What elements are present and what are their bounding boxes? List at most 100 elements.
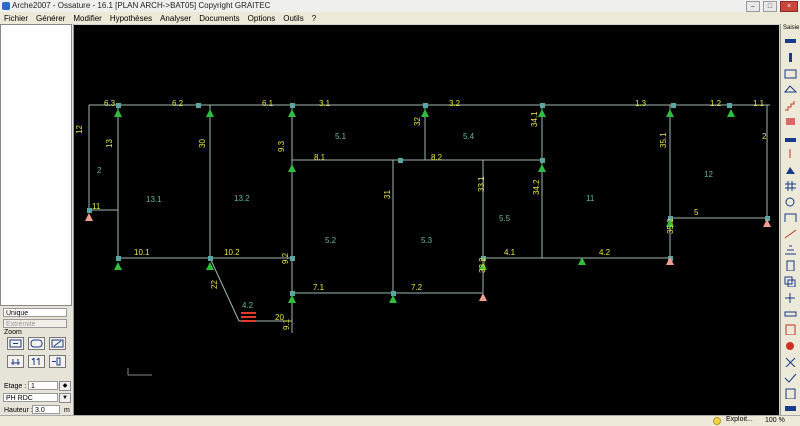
plan-label: 5.3 [421,236,433,245]
plan-label: 10.1 [134,248,150,257]
plan-label: 5.4 [463,132,475,141]
plan-label: 5 [694,208,699,217]
calc-icon[interactable] [784,388,797,399]
red-arrows-icon [241,312,256,322]
measure-icon[interactable] [784,308,797,319]
plan-label: 35.1 [659,132,668,148]
zoom-out-icon [51,339,64,348]
zoom-in-button[interactable] [7,337,24,350]
plan-label: 10.2 [224,248,240,257]
etage-spinner[interactable]: ◆ [59,381,71,391]
hauteur-unit: m [64,407,70,414]
maximize-button[interactable]: □ [763,1,777,12]
footing-icon[interactable] [784,132,797,143]
plan-label: 3.2 [449,99,461,108]
left-panel-list [0,24,72,306]
zoom-out-button[interactable] [49,337,66,350]
copy-icon[interactable] [784,276,797,287]
status-bar: Exploit... 100 % [0,415,800,426]
plan-label: 1.3 [635,99,647,108]
slab-icon[interactable] [784,84,797,95]
rebar-icon[interactable] [784,228,797,239]
menu-modifier[interactable]: Modifier [69,14,105,23]
mode-select[interactable]: Unique [3,308,67,317]
plan-label: 9.2 [281,252,290,264]
zoom-all-icon [30,339,43,348]
plan-label: 4.2 [242,301,254,310]
plan-label: 22 [210,280,219,289]
menu-bar: Fichier Générer Modifier Hypothèses Anal… [0,12,800,24]
menu-options[interactable]: Options [244,14,280,23]
report-icon[interactable] [784,340,797,351]
minimize-button[interactable]: – [746,1,760,12]
column-icon[interactable] [784,52,797,63]
plan-label: 5.5 [499,214,511,223]
plan-label: 3.1 [319,99,331,108]
plan-label: 2 [97,166,102,175]
plan-label: 7.1 [313,283,325,292]
column-icon [52,357,61,366]
frame-icon[interactable] [784,212,797,223]
opening-icon[interactable] [784,116,797,127]
plan-label: 32 [413,117,422,126]
menu-outils[interactable]: Outils [279,14,307,23]
plan-label: 4.2 [599,248,611,257]
check-icon[interactable] [784,372,797,383]
plan-label: 6.2 [172,99,184,108]
plan-label: 7.2 [411,283,423,292]
view-button-1[interactable] [7,355,24,368]
plan-drawing[interactable]: 6.3 6.2 6.1 3.1 3.2 1.3 1.2 1.1 12 13 2 … [74,25,779,415]
menu-fichier[interactable]: Fichier [0,14,32,23]
plan-label: 12 [75,125,84,134]
window-title: Arche2007 - Ossature - 16.1 [PLAN ARCH->… [12,1,271,10]
level-icon[interactable] [784,244,797,255]
plan-label: 13.2 [234,194,250,203]
view-button-2[interactable] [28,355,45,368]
menu-documents[interactable]: Documents [195,14,243,23]
plan-label: 1.1 [753,99,765,108]
menu-analyser[interactable]: Analyser [156,14,195,23]
plan-label: 6.1 [262,99,274,108]
hauteur-label: Hauteur : [4,407,33,414]
menu-hypotheses[interactable]: Hypothèses [106,14,156,23]
load-icon[interactable] [784,148,797,159]
print-icon[interactable] [784,402,797,413]
axis-z-label: Z [121,366,126,373]
plan-label: 34.1 [530,111,539,127]
grid-icon[interactable] [784,180,797,191]
beam-icon[interactable] [784,36,797,47]
delete-icon[interactable] [784,356,797,367]
status-indicator-icon [713,417,721,425]
level-dropdown-button[interactable]: ▼ [59,393,71,403]
zoom-status: 100 % [765,417,785,424]
close-button[interactable]: × [780,1,798,12]
plan-label: 33.1 [477,176,486,192]
plan-label: 12 [704,170,713,179]
property-icon[interactable] [784,324,797,335]
section-icon[interactable] [784,260,797,271]
move-icon[interactable] [784,292,797,303]
saisie-tab[interactable]: Saisie [783,25,799,31]
exploit-status[interactable]: Exploit... [726,416,753,423]
right-toolbar: Saisie [780,24,800,415]
plan-canvas[interactable]: 6.3 6.2 6.1 3.1 3.2 1.3 1.2 1.1 12 13 2 … [74,25,779,415]
support-icon[interactable] [784,164,797,175]
node-icon[interactable] [784,196,797,207]
menu-help[interactable]: ? [308,14,320,23]
plan-label: 6.3 [104,99,116,108]
etage-field[interactable]: 1 [28,381,58,390]
mode2-select[interactable]: Extrémité [3,319,67,328]
plan-label: 5.1 [335,132,347,141]
zoom-all-button[interactable] [28,337,45,350]
app-icon [2,2,10,10]
view-button-3[interactable] [49,355,66,368]
zoom-in-icon [9,339,22,348]
plan-label: 5.2 [325,236,337,245]
plan-label: 1.2 [710,99,722,108]
hauteur-field[interactable]: 3.0 [32,405,60,414]
menu-generer[interactable]: Générer [32,14,69,23]
stair-icon[interactable] [784,100,797,111]
level-select[interactable]: PH RDC [3,393,58,402]
wall-icon[interactable] [784,68,797,79]
plan-label: 30 [198,139,207,148]
